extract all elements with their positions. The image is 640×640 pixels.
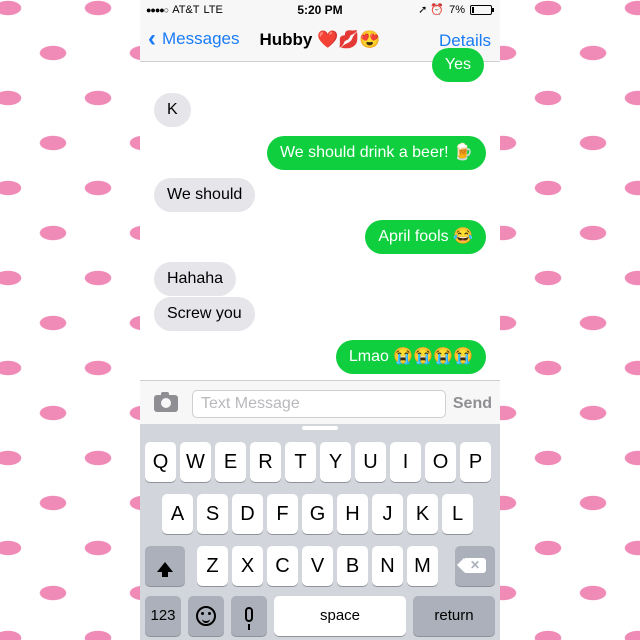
- key-b[interactable]: B: [337, 546, 368, 586]
- key-z[interactable]: Z: [197, 546, 228, 586]
- key-c[interactable]: C: [267, 546, 298, 586]
- key-d[interactable]: D: [232, 494, 263, 534]
- keyboard-grabber[interactable]: [302, 426, 338, 430]
- key-i[interactable]: I: [390, 442, 421, 482]
- status-bar: ●●●●○ AT&T LTE 5:20 PM ➚ ⏰ 7%: [140, 0, 500, 20]
- message-input-bar: Send: [140, 380, 500, 424]
- key-j[interactable]: J: [372, 494, 403, 534]
- numbers-key[interactable]: 123: [145, 596, 181, 636]
- camera-icon[interactable]: [154, 392, 178, 412]
- microphone-icon: [245, 607, 253, 630]
- phone-screen: ●●●●○ AT&T LTE 5:20 PM ➚ ⏰ 7% ‹ Messages…: [140, 0, 500, 640]
- dictation-key[interactable]: [231, 596, 267, 636]
- message-bubble-outgoing[interactable]: April fools 😂: [365, 220, 486, 254]
- key-x[interactable]: X: [232, 546, 263, 586]
- delete-key[interactable]: ✕: [455, 546, 495, 586]
- location-alarm-icons: ➚ ⏰: [418, 4, 445, 16]
- key-v[interactable]: V: [302, 546, 333, 586]
- key-o[interactable]: O: [425, 442, 456, 482]
- battery-icon: [470, 4, 494, 15]
- key-p[interactable]: P: [460, 442, 491, 482]
- return-key[interactable]: return: [413, 596, 495, 636]
- message-bubble-outgoing[interactable]: Lmao 😭😭😭😭: [335, 340, 486, 374]
- message-bubble-incoming[interactable]: Hahaha: [154, 262, 237, 296]
- shift-icon: [157, 562, 173, 577]
- key-w[interactable]: W: [180, 442, 211, 482]
- key-t[interactable]: T: [285, 442, 316, 482]
- key-s[interactable]: S: [197, 494, 228, 534]
- key-a[interactable]: A: [162, 494, 193, 534]
- key-l[interactable]: L: [442, 494, 473, 534]
- shift-key[interactable]: [145, 546, 185, 586]
- emoji-icon: [196, 606, 216, 626]
- key-e[interactable]: E: [215, 442, 246, 482]
- key-g[interactable]: G: [302, 494, 333, 534]
- key-f[interactable]: F: [267, 494, 298, 534]
- space-key[interactable]: space: [274, 596, 406, 636]
- message-bubble-incoming[interactable]: We should: [154, 178, 256, 212]
- key-k[interactable]: K: [407, 494, 438, 534]
- key-n[interactable]: N: [372, 546, 403, 586]
- text-message-field[interactable]: [192, 390, 446, 418]
- battery-percent: 7%: [449, 3, 465, 16]
- delete-icon: ✕: [457, 558, 486, 573]
- message-thread[interactable]: Yes K We should drink a beer! 🍺 We shoul…: [140, 48, 500, 380]
- key-m[interactable]: M: [407, 546, 438, 586]
- key-y[interactable]: Y: [320, 442, 351, 482]
- emoji-key[interactable]: [188, 596, 224, 636]
- send-button[interactable]: Send: [453, 395, 492, 413]
- key-h[interactable]: H: [337, 494, 368, 534]
- key-q[interactable]: Q: [145, 442, 176, 482]
- message-bubble-outgoing[interactable]: Yes: [431, 48, 484, 82]
- message-bubble-outgoing[interactable]: We should drink a beer! 🍺: [266, 136, 486, 170]
- message-bubble-incoming[interactable]: K: [154, 93, 191, 127]
- message-bubble-incoming[interactable]: Screw you: [154, 297, 255, 331]
- keyboard: Q W E R T Y U I O P A S D F G H J K L Z …: [140, 424, 500, 640]
- key-r[interactable]: R: [250, 442, 281, 482]
- kiss-pattern-background: { "status_bar": { "signal": "●●●●○", "ca…: [0, 0, 640, 640]
- key-u[interactable]: U: [355, 442, 386, 482]
